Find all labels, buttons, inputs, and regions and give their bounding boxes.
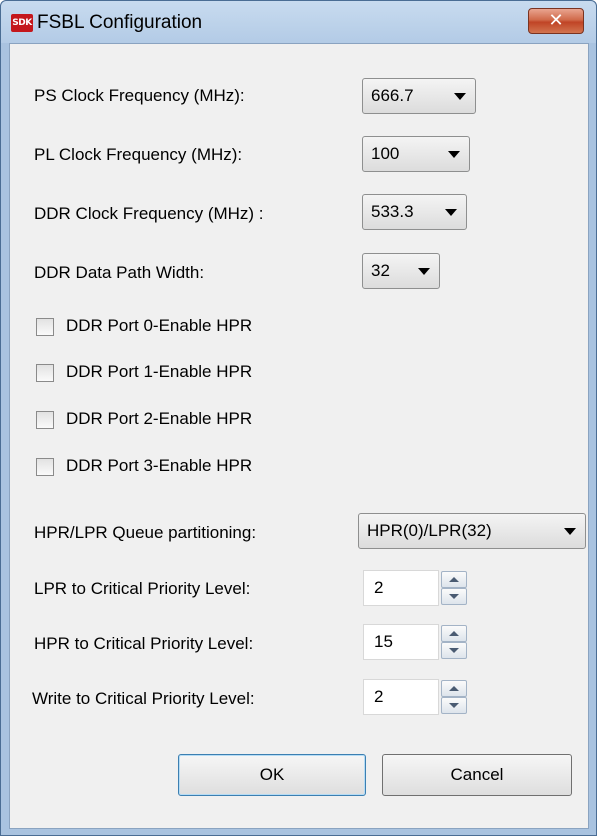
lpr-priority-spinner: 2 (363, 570, 473, 606)
queue-partition-select[interactable]: HPR(0)/LPR(32) (358, 513, 586, 549)
ddr-width-value: 32 (371, 261, 390, 280)
chevron-down-icon (445, 209, 457, 216)
chevron-down-icon (454, 93, 466, 100)
decrement-arrow-icon[interactable] (441, 642, 467, 659)
ddr-port-3-checkbox[interactable] (36, 458, 54, 476)
ddr-port-1-label: DDR Port 1-Enable HPR (66, 362, 253, 381)
ddr-width-label: DDR Data Path Width: (34, 263, 205, 282)
lpr-priority-input[interactable]: 2 (363, 570, 439, 606)
ddr-port-0-label: DDR Port 0-Enable HPR (66, 316, 253, 335)
write-priority-input[interactable]: 2 (363, 679, 439, 715)
ddr-port-1-checkbox[interactable] (36, 364, 54, 382)
queue-partition-value: HPR(0)/LPR(32) (367, 521, 492, 540)
ddr-clock-select[interactable]: 533.3 (362, 194, 467, 230)
fsbl-configuration-dialog: SDK FSBL Configuration ✕ PS Clock Freque… (0, 0, 597, 836)
write-priority-spinner: 2 (363, 679, 473, 715)
write-priority-value: 2 (374, 687, 384, 706)
ddr-width-select[interactable]: 32 (362, 253, 440, 289)
pl-clock-label: PL Clock Frequency (MHz): (34, 145, 243, 164)
hpr-priority-label: HPR to Critical Priority Level: (34, 634, 254, 653)
write-priority-label: Write to Critical Priority Level: (32, 689, 255, 708)
hpr-priority-spinner: 15 (363, 624, 473, 660)
chevron-down-icon (448, 151, 460, 158)
ps-clock-select[interactable]: 666.7 (362, 78, 476, 114)
ddr-port-0-checkbox[interactable] (36, 318, 54, 336)
sdk-app-icon: SDK (11, 14, 33, 32)
decrement-arrow-icon[interactable] (441, 588, 467, 605)
ddr-port-2-label: DDR Port 2-Enable HPR (66, 409, 253, 428)
title-bar[interactable]: SDK FSBL Configuration ✕ (1, 1, 596, 43)
increment-arrow-icon[interactable] (441, 680, 467, 697)
pl-clock-value: 100 (371, 144, 400, 163)
chevron-down-icon (564, 528, 576, 535)
ddr-clock-label: DDR Clock Frequency (MHz) : (34, 204, 264, 223)
decrement-arrow-icon[interactable] (441, 697, 467, 714)
lpr-priority-value: 2 (374, 578, 384, 597)
dialog-body: PS Clock Frequency (MHz): 666.7 PL Clock… (9, 43, 589, 829)
ddr-port-2-checkbox[interactable] (36, 411, 54, 429)
ok-button[interactable]: OK (178, 754, 366, 796)
pl-clock-select[interactable]: 100 (362, 136, 470, 172)
ps-clock-label: PS Clock Frequency (MHz): (34, 86, 245, 105)
close-button[interactable]: ✕ (528, 8, 584, 34)
ddr-clock-value: 533.3 (371, 202, 414, 221)
ps-clock-value: 666.7 (371, 86, 414, 105)
chevron-down-icon (418, 268, 430, 275)
dialog-title: FSBL Configuration (37, 12, 203, 33)
queue-partition-label: HPR/LPR Queue partitioning: (34, 523, 257, 542)
lpr-priority-label: LPR to Critical Priority Level: (34, 579, 251, 598)
close-icon: ✕ (548, 10, 564, 31)
cancel-button[interactable]: Cancel (382, 754, 572, 796)
hpr-priority-value: 15 (374, 632, 393, 651)
increment-arrow-icon[interactable] (441, 625, 467, 642)
hpr-priority-input[interactable]: 15 (363, 624, 439, 660)
ddr-port-3-label: DDR Port 3-Enable HPR (66, 456, 253, 475)
increment-arrow-icon[interactable] (441, 571, 467, 588)
